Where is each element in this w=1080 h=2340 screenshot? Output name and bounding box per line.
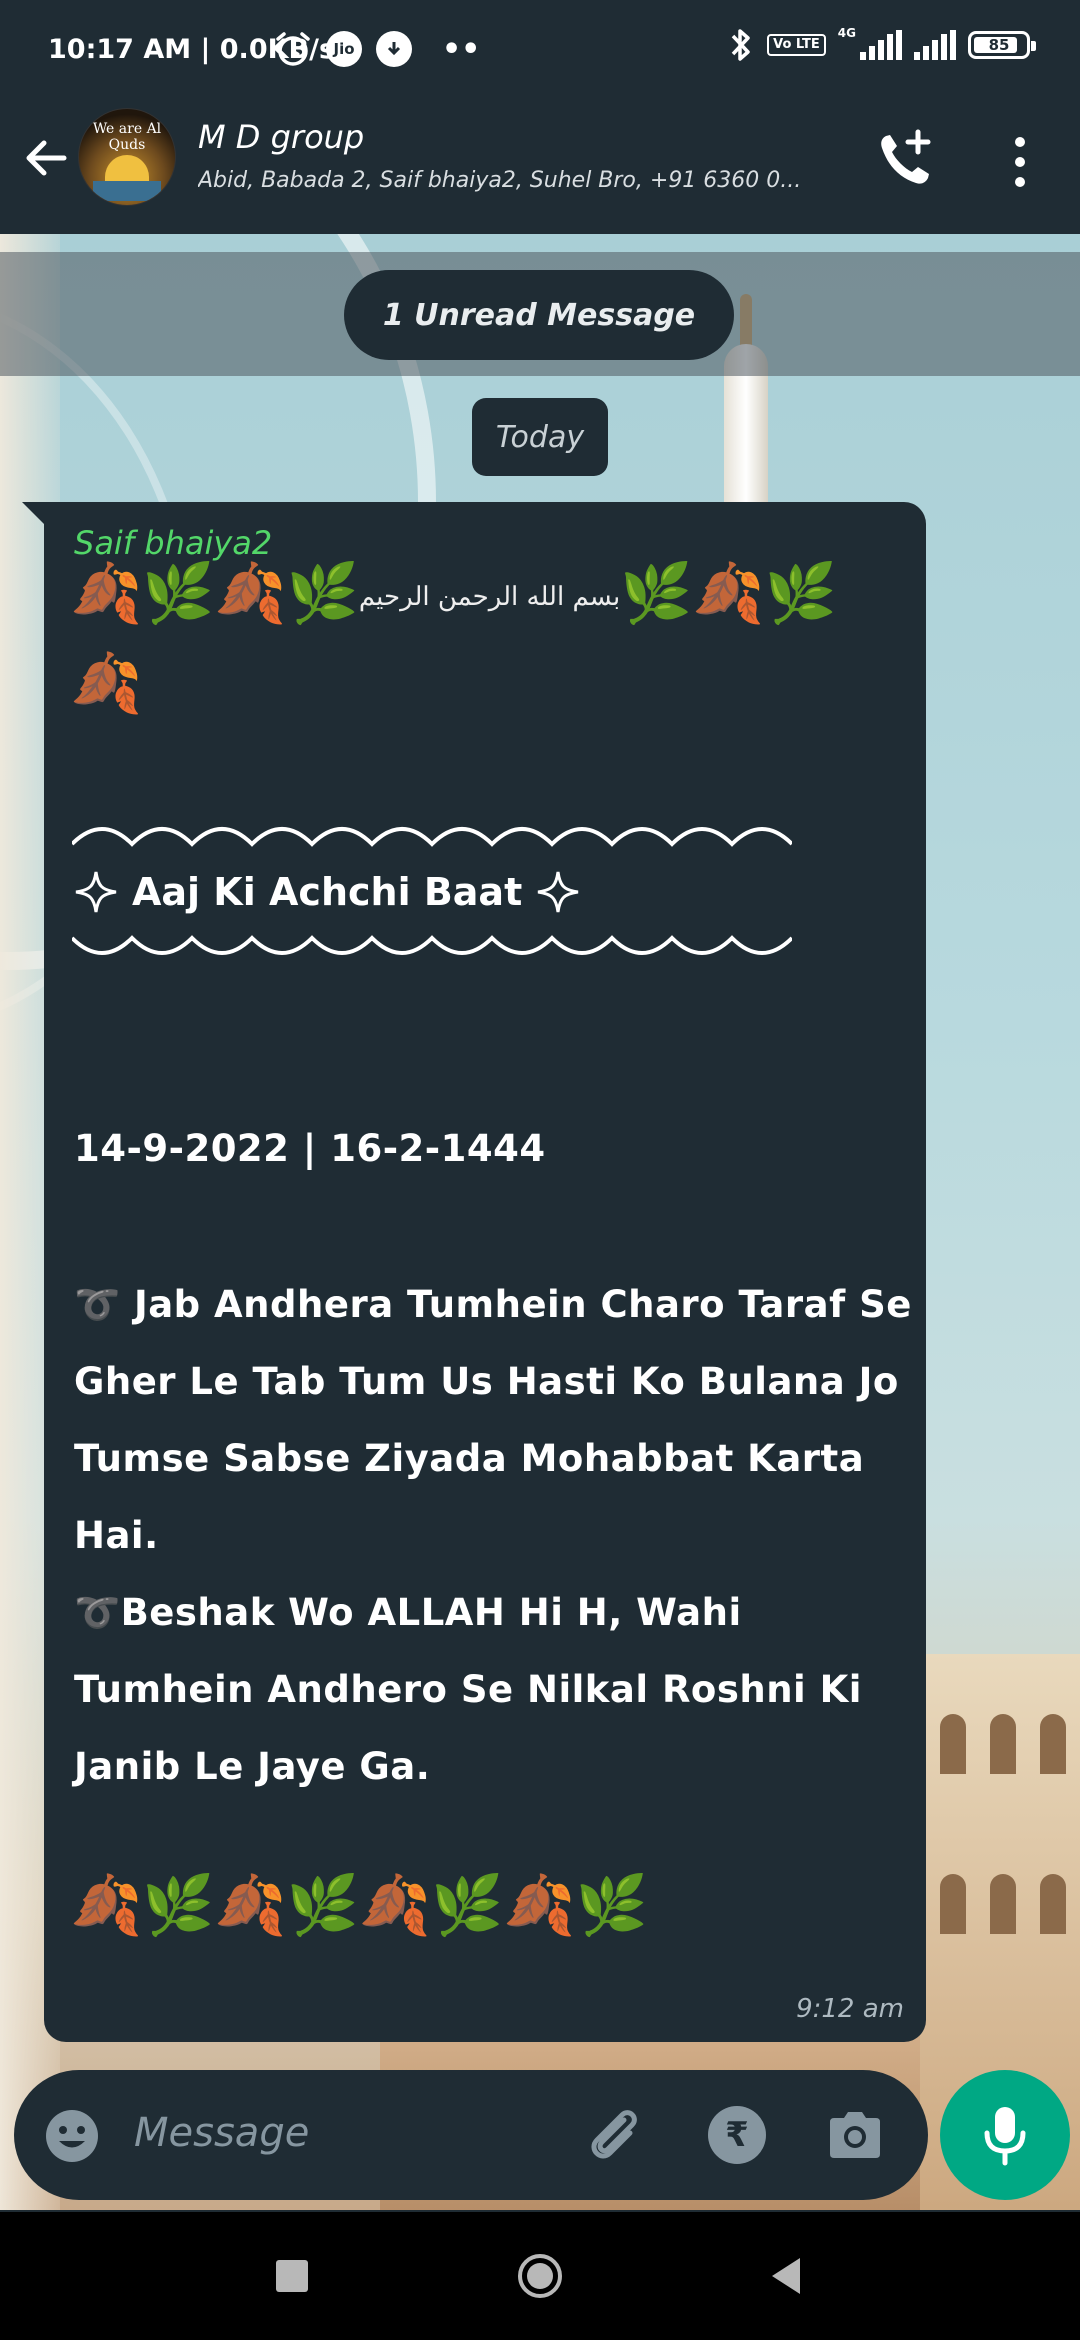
emoji-leaves: 🍂🌿🍂🌿 — [70, 559, 359, 627]
wallpaper-window — [940, 1714, 966, 1774]
home-button[interactable] — [516, 2252, 564, 2300]
decorative-border-bottom — [72, 935, 792, 955]
chat-participants[interactable]: Abid, Babada 2, Saif bhaiya2, Suhel Bro,… — [198, 168, 838, 193]
emoji-icon[interactable] — [44, 2108, 100, 2164]
message-timestamp: 9:12 am — [796, 1994, 904, 2024]
signal-icon — [860, 30, 902, 60]
decorative-border-top — [72, 827, 792, 847]
system-back-button[interactable] — [766, 2254, 806, 2298]
add-call-icon[interactable] — [872, 126, 938, 192]
voice-record-button[interactable] — [940, 2070, 1070, 2200]
recent-apps-button[interactable] — [276, 2260, 308, 2292]
wallpaper-window — [990, 1874, 1016, 1934]
message-date-line: 14-9-2022 | 16-2-1444 — [74, 1127, 546, 1170]
attach-icon[interactable] — [584, 2104, 646, 2166]
emoji-leaves: 🍂🌿🍂🌿🍂🌿🍂🌿 — [70, 1871, 648, 1939]
status-left-icons: Jio •• — [274, 30, 480, 68]
system-nav-bar — [0, 2212, 1080, 2340]
unread-message-label: 1 Unread Message — [344, 270, 734, 360]
wallpaper-window — [990, 1714, 1016, 1774]
battery-percent: 85 — [988, 36, 1010, 54]
date-chip: Today — [472, 398, 608, 476]
bismillah-text: بسم الله الرحمن الرحيم — [358, 581, 621, 612]
message-heading: Aaj Ki Achchi Baat — [74, 870, 580, 914]
message-composer: Message ₹ — [14, 2070, 928, 2200]
message-input[interactable]: Message — [134, 2110, 309, 2156]
message-bubble[interactable]: Saif bhaiya2 🍂🌿🍂🌿بسم الله الرحمن الرحيم🌿… — [22, 502, 926, 2042]
avatar-base — [93, 181, 161, 201]
back-arrow-icon[interactable] — [18, 130, 74, 186]
emoji-decoration-row: 🍂🌿🍂🌿🍂🌿🍂🌿 — [70, 1870, 648, 1940]
emoji-decoration-row: 🍂🌿🍂🌿بسم الله الرحمن الرحيم🌿🍂🌿 — [70, 558, 837, 632]
avatar-text: We are Al Quds — [92, 121, 162, 153]
message-paragraph: ➰ Jab Andhera Tumhein Charo Taraf Se Ghe… — [74, 1283, 912, 1557]
rupee-symbol: ₹ — [725, 2115, 749, 2155]
status-bar: 10:17 AM | 0.0KB/s Jio •• Vo LTE 4G 85 — [0, 0, 1080, 96]
emoji-decoration-row: 🍂 — [70, 648, 142, 718]
message-paragraph: ➰Beshak Wo ALLAH Hi H, Wahi Tumhein Andh… — [74, 1591, 862, 1788]
group-avatar[interactable]: We are Al Quds — [78, 108, 176, 206]
status-right-icons: Vo LTE 4G 85 — [727, 26, 1036, 64]
chat-title[interactable]: M D group — [198, 118, 364, 156]
emoji-leaves: 🍂 — [70, 649, 143, 717]
bluetooth-icon — [731, 29, 750, 61]
microphone-icon — [984, 2107, 1026, 2166]
heading-text: Aaj Ki Achchi Baat — [132, 870, 523, 914]
network-type-label: 4G — [837, 26, 856, 40]
signal-icon-2 — [914, 30, 956, 60]
wallpaper-window — [1040, 1874, 1066, 1934]
download-icon — [376, 31, 412, 67]
more-notifications-icon: •• — [442, 31, 481, 67]
camera-icon[interactable] — [826, 2108, 884, 2162]
emoji-leaves: 🌿🍂🌿 — [620, 559, 837, 627]
battery-icon: 85 — [968, 31, 1036, 59]
avatar-dome — [105, 155, 149, 183]
jio-icon: Jio — [326, 31, 362, 67]
chat-header: We are Al Quds M D group Abid, Babada 2,… — [0, 96, 1080, 234]
more-options-icon[interactable] — [1000, 132, 1040, 192]
volte-icon: Vo LTE — [767, 34, 826, 56]
message-sender: Saif bhaiya2 — [74, 524, 273, 562]
alarm-icon — [276, 32, 310, 66]
payment-icon[interactable]: ₹ — [708, 2106, 766, 2164]
wallpaper-window — [1040, 1714, 1066, 1774]
sparkle-icon — [75, 871, 117, 913]
wallpaper-window — [940, 1874, 966, 1934]
sparkle-icon — [538, 871, 579, 913]
